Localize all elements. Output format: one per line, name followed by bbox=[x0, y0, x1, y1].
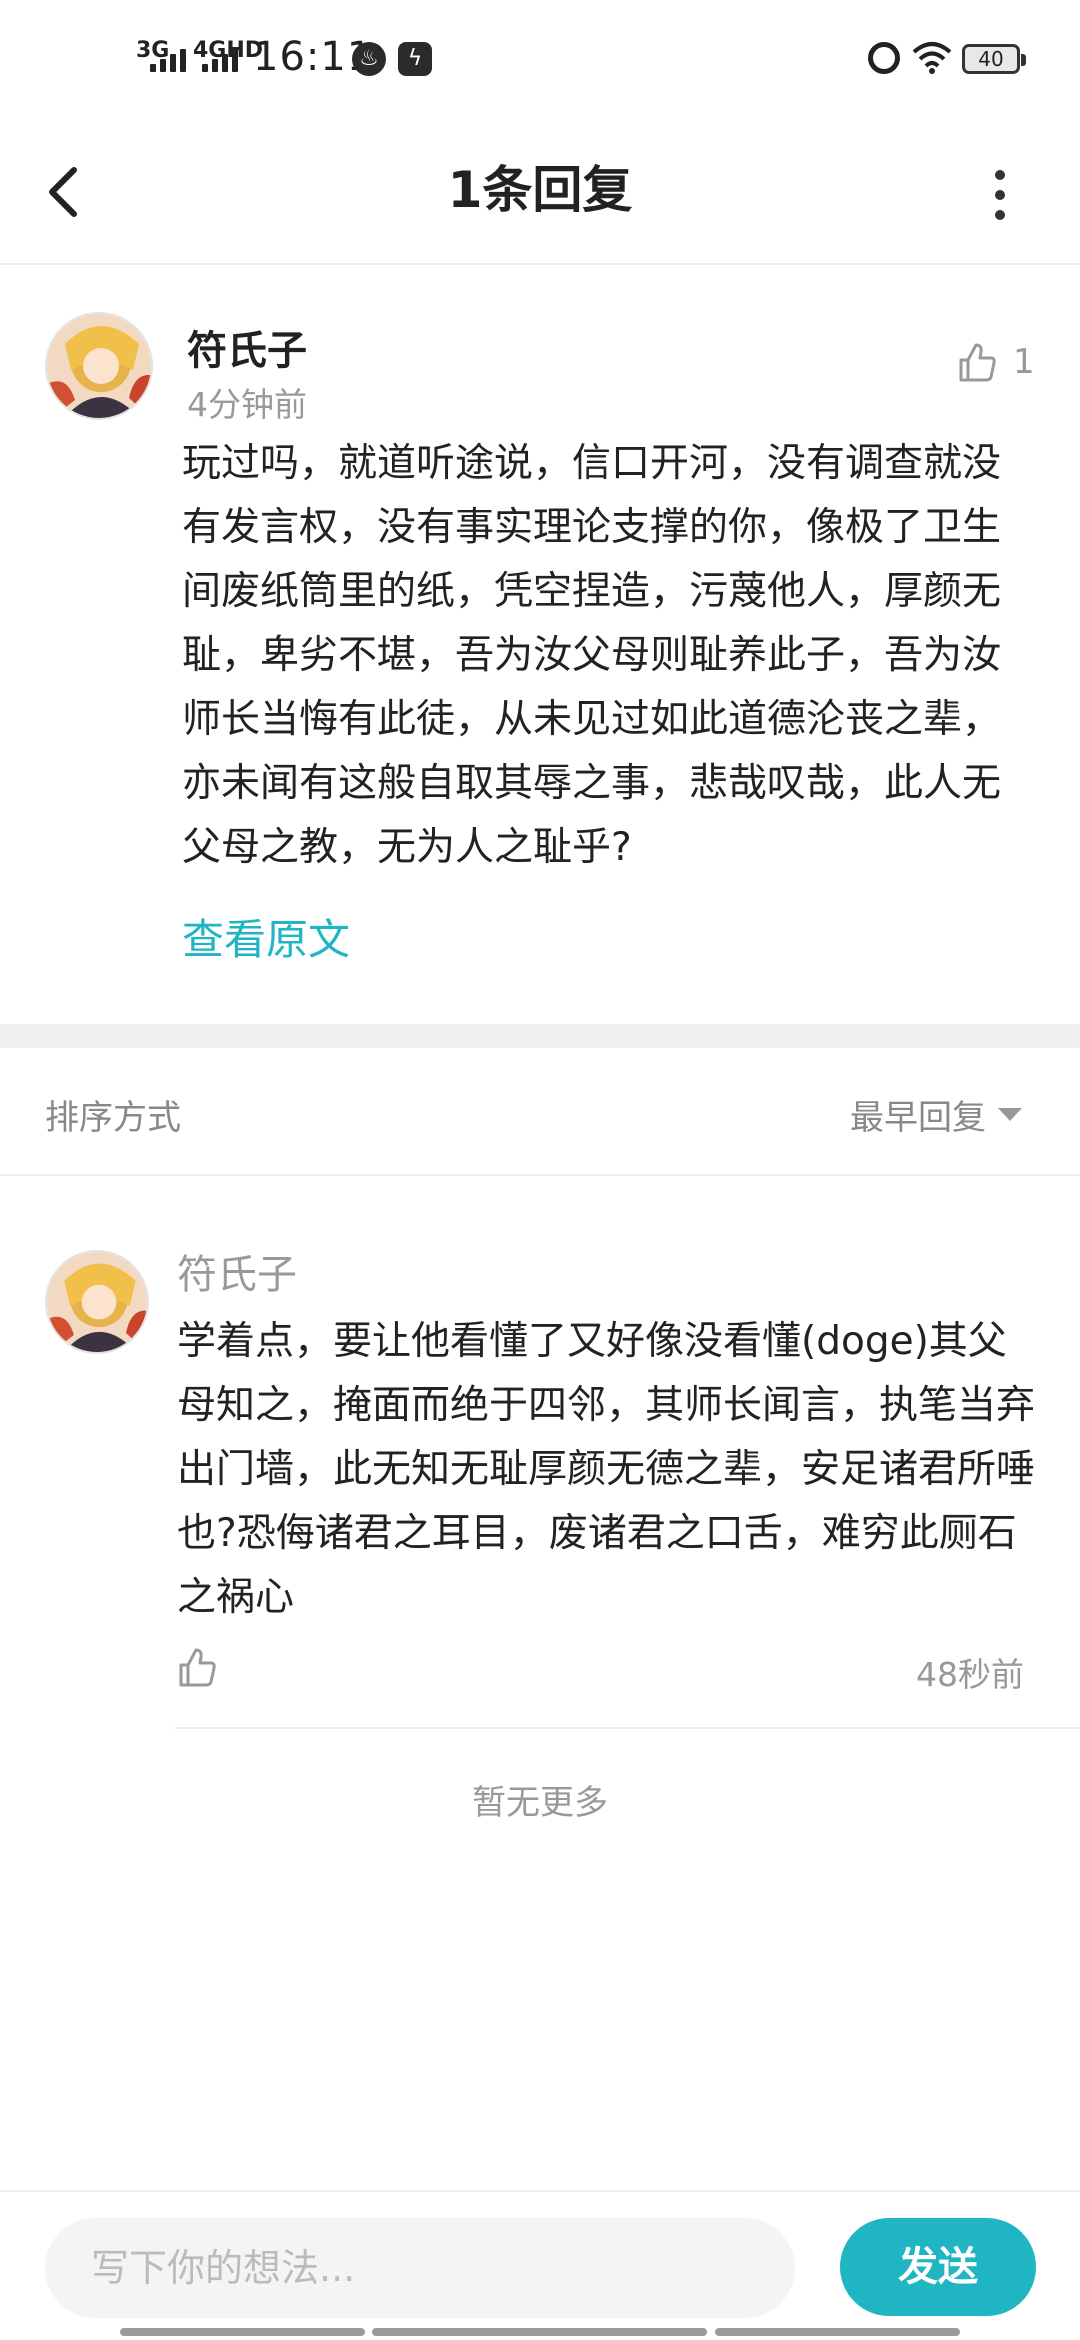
send-button[interactable]: 发送 bbox=[840, 2218, 1036, 2316]
more-options-icon[interactable] bbox=[975, 160, 1025, 230]
comment-text: 玩过吗，就道听途说，信口开河，没有调查就没有发言权，没有事实理论支撑的你，像极了… bbox=[182, 441, 1002, 870]
sort-dropdown[interactable]: 最早回复 bbox=[850, 1090, 1022, 1139]
reply-time: 48秒前 bbox=[916, 1655, 1024, 1694]
reply-divider bbox=[175, 1727, 1080, 1729]
battery-icon: 40 bbox=[962, 44, 1026, 74]
nav-gesture-bar bbox=[715, 2328, 960, 2336]
top-navigation-bar: 1条回复 bbox=[0, 120, 1080, 265]
wifi-icon bbox=[912, 42, 952, 74]
battery-level: 40 bbox=[978, 47, 1004, 71]
comment-time: 4分钟前 bbox=[187, 385, 307, 424]
section-divider bbox=[0, 1024, 1080, 1048]
alarm-icon bbox=[868, 42, 900, 74]
dropdown-triangle-icon bbox=[998, 1108, 1022, 1121]
sort-label: 排序方式 bbox=[45, 1098, 181, 1138]
reply-like-button[interactable] bbox=[175, 1645, 219, 1693]
signal-icon bbox=[150, 44, 186, 72]
sort-value: 最早回复 bbox=[850, 1098, 986, 1138]
page-title: 1条回复 bbox=[447, 161, 633, 219]
signal-icon bbox=[202, 44, 238, 72]
reply-text: 学着点，要让他看懂了又好像没看懂(doge)其父母知之，掩面而绝于四邻，其师长闻… bbox=[177, 1319, 1036, 1620]
sort-bar: 排序方式 最早回复 bbox=[0, 1048, 1080, 1176]
bolt-app-icon: ϟ bbox=[398, 42, 432, 76]
comment-input[interactable] bbox=[45, 2218, 795, 2318]
comment-author[interactable]: 符氏子 bbox=[187, 318, 307, 376]
comment-composer: 发送 bbox=[0, 2190, 1080, 2340]
like-button[interactable]: 1 bbox=[955, 340, 1035, 384]
reply-avatar[interactable] bbox=[45, 1250, 149, 1354]
thumbs-up-icon bbox=[179, 1648, 216, 1687]
nav-gesture-bar bbox=[120, 2328, 365, 2336]
status-bar: 3G 4GHD 16:11 ♨ ϟ 40 bbox=[0, 0, 1080, 120]
thumbs-up-icon bbox=[959, 343, 996, 382]
like-count: 1 bbox=[1013, 342, 1035, 382]
avatar[interactable] bbox=[45, 312, 153, 420]
nav-gesture-bar bbox=[372, 2328, 707, 2336]
no-more-text: 暂无更多 bbox=[472, 1783, 608, 1823]
view-original-link[interactable]: 查看原文 bbox=[182, 906, 350, 967]
reply-author[interactable]: 符氏子 bbox=[177, 1242, 297, 1300]
fire-app-icon: ♨ bbox=[352, 42, 386, 76]
